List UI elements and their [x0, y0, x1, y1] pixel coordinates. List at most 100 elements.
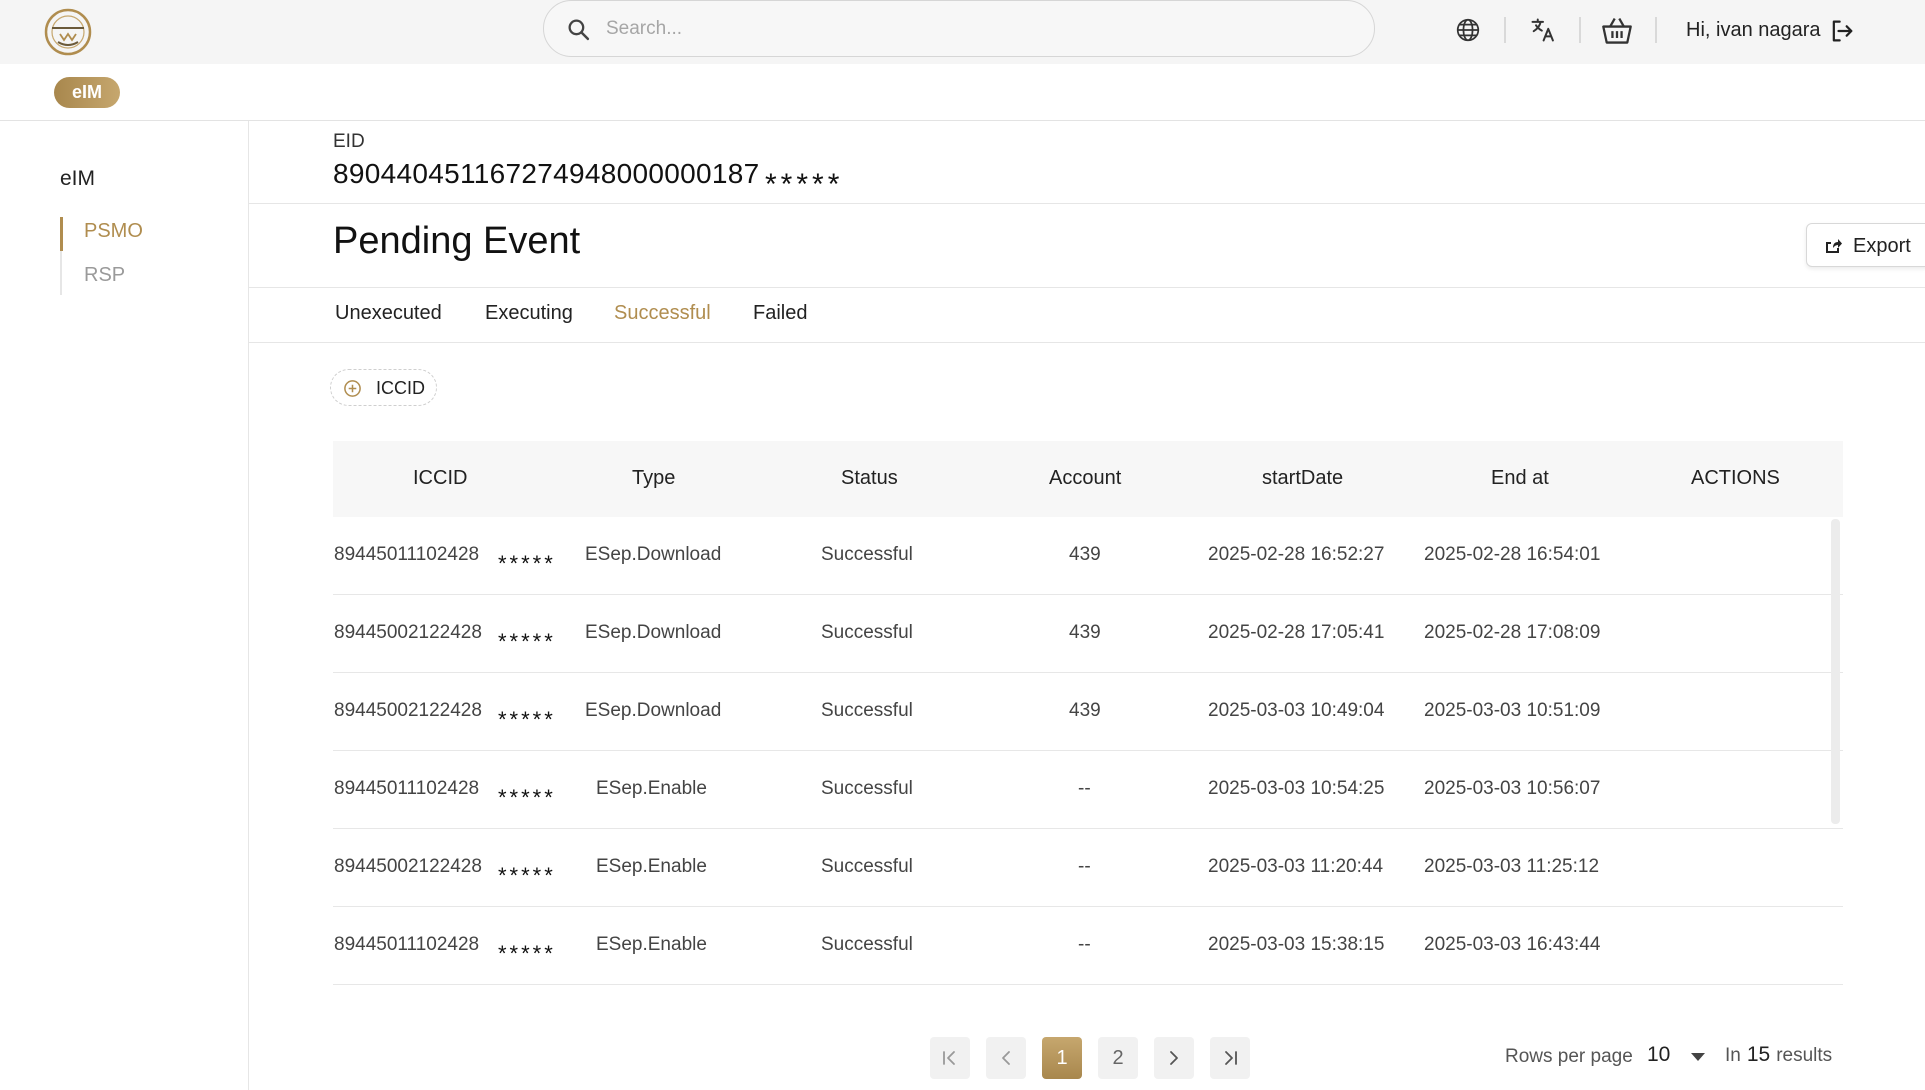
- cell-start-date: 2025-02-28 16:52:27: [1208, 544, 1385, 565]
- column-header-iccid[interactable]: ICCID: [413, 467, 467, 490]
- next-page-button[interactable]: [1154, 1037, 1194, 1079]
- tab-executing[interactable]: Executing: [485, 302, 573, 325]
- divider: [1579, 17, 1581, 43]
- cell-iccid: 89445002122428: [334, 700, 482, 721]
- cell-end-at: 2025-03-03 10:51:09: [1424, 700, 1601, 721]
- translate-icon[interactable]: [1527, 14, 1559, 46]
- cell-status: Successful: [821, 856, 913, 877]
- cell-end-at: 2025-03-03 11:25:12: [1424, 856, 1600, 877]
- page-title: Pending Event: [333, 220, 581, 262]
- export-label: Export: [1853, 235, 1911, 257]
- column-header-status[interactable]: Status: [841, 467, 898, 490]
- cell-status: Successful: [821, 544, 913, 565]
- cell-end-at: 2025-02-28 17:08:09: [1424, 622, 1601, 643]
- column-header-start-date[interactable]: startDate: [1262, 467, 1343, 490]
- cell-iccid-mask: *****: [498, 785, 556, 810]
- cell-iccid-mask: *****: [498, 863, 556, 888]
- sub-bar: eIM: [0, 64, 1925, 121]
- active-indicator: [60, 217, 63, 251]
- divider: [249, 342, 1925, 343]
- eid-value: 890440451167274948000000187: [333, 158, 760, 189]
- cell-type: ESep.Download: [585, 622, 722, 643]
- table-header: ICCID Type Status Account startDate End …: [333, 441, 1843, 517]
- eid-mask: *****: [765, 168, 844, 201]
- cell-iccid-mask: *****: [498, 707, 556, 732]
- cell-account: 439: [1069, 700, 1101, 721]
- cell-status: Successful: [821, 778, 913, 799]
- prev-page-button[interactable]: [986, 1037, 1026, 1079]
- table-scrollbar[interactable]: [1831, 519, 1840, 824]
- cell-start-date: 2025-03-03 15:38:15: [1208, 934, 1385, 955]
- rows-per-page-select[interactable]: 10: [1647, 1043, 1670, 1067]
- cell-iccid-mask: *****: [498, 941, 556, 966]
- eid-label: EID: [333, 131, 365, 152]
- sidebar: eIM PSMO RSP: [0, 121, 249, 1090]
- page-button-1[interactable]: 1: [1042, 1037, 1082, 1079]
- first-page-button[interactable]: [930, 1037, 970, 1079]
- export-button[interactable]: Export: [1806, 223, 1925, 267]
- cell-start-date: 2025-02-28 17:05:41: [1208, 622, 1385, 643]
- column-header-type[interactable]: Type: [632, 467, 675, 490]
- chevron-down-icon[interactable]: [1690, 1052, 1706, 1062]
- divider: [1504, 17, 1506, 43]
- column-header-account[interactable]: Account: [1049, 467, 1121, 490]
- table-row[interactable]: 89445002122428 ***** ESep.Enable Success…: [333, 829, 1843, 907]
- tab-unexecuted[interactable]: Unexecuted: [335, 302, 442, 325]
- results-summary: In 15 results: [1725, 1043, 1832, 1067]
- basket-icon[interactable]: [1601, 14, 1633, 46]
- sidebar-title: eIM: [60, 167, 96, 190]
- plus-circle-icon: [343, 379, 362, 398]
- cell-iccid-mask: *****: [498, 629, 556, 654]
- cell-status: Successful: [821, 934, 913, 955]
- cell-account: 439: [1069, 622, 1101, 643]
- cell-end-at: 2025-02-28 16:54:01: [1424, 544, 1601, 565]
- results-count: 15: [1746, 1043, 1771, 1066]
- tab-failed[interactable]: Failed: [753, 302, 807, 325]
- iccid-filter-chip[interactable]: ICCID: [330, 369, 437, 406]
- search-bar[interactable]: [543, 0, 1375, 57]
- divider: [249, 287, 1925, 288]
- table-row[interactable]: 89445011102428 ***** ESep.Enable Success…: [333, 751, 1843, 829]
- cell-type: ESep.Enable: [596, 934, 707, 955]
- table-row[interactable]: 89445002122428 ***** ESep.Download Succe…: [333, 595, 1843, 673]
- cell-iccid: 89445011102428: [334, 778, 480, 799]
- globe-icon[interactable]: [1452, 14, 1484, 46]
- cell-end-at: 2025-03-03 10:56:07: [1424, 778, 1601, 799]
- search-icon: [566, 17, 591, 42]
- divider: [249, 203, 1925, 204]
- cell-type: ESep.Enable: [596, 856, 707, 877]
- cell-iccid: 89445002122428: [334, 622, 482, 643]
- user-greeting[interactable]: Hi, ivan nagara: [1686, 19, 1821, 42]
- module-pill[interactable]: eIM: [54, 77, 121, 108]
- page-button-2[interactable]: 2: [1098, 1037, 1138, 1079]
- cell-type: ESep.Download: [585, 544, 722, 565]
- sidebar-nav: PSMO RSP: [60, 217, 230, 295]
- table-row[interactable]: 89445011102428 ***** ESep.Download Succe…: [333, 517, 1843, 595]
- tab-successful[interactable]: Successful: [614, 302, 711, 325]
- sidebar-item-rsp[interactable]: RSP: [84, 264, 125, 287]
- results-prefix: In: [1725, 1045, 1741, 1066]
- cell-start-date: 2025-03-03 10:54:25: [1208, 778, 1385, 799]
- table-row[interactable]: 89445011102428 ***** ESep.Enable Success…: [333, 907, 1843, 985]
- cell-iccid-mask: *****: [498, 551, 556, 576]
- rows-per-page-label: Rows per page: [1505, 1046, 1633, 1067]
- share-icon: [1823, 236, 1843, 256]
- logo[interactable]: [42, 6, 94, 58]
- cell-end-at: 2025-03-03 16:43:44: [1424, 934, 1601, 955]
- logout-icon[interactable]: [1828, 17, 1856, 45]
- cell-account: --: [1078, 856, 1091, 877]
- cell-iccid: 89445011102428: [334, 934, 480, 955]
- sidebar-item-psmo[interactable]: PSMO: [84, 220, 143, 243]
- last-page-button[interactable]: [1210, 1037, 1250, 1079]
- filter-label: ICCID: [376, 378, 425, 398]
- column-header-end-at[interactable]: End at: [1491, 467, 1549, 490]
- table-row[interactable]: 89445002122428 ***** ESep.Download Succe…: [333, 673, 1843, 751]
- cell-status: Successful: [821, 700, 913, 721]
- search-input[interactable]: [606, 11, 1326, 47]
- cell-start-date: 2025-03-03 11:20:44: [1208, 856, 1384, 877]
- cell-iccid: 89445002122428: [334, 856, 482, 877]
- cell-account: --: [1078, 934, 1091, 955]
- cell-account: 439: [1069, 544, 1101, 565]
- divider: [1655, 17, 1657, 43]
- column-header-actions: ACTIONS: [1691, 467, 1780, 489]
